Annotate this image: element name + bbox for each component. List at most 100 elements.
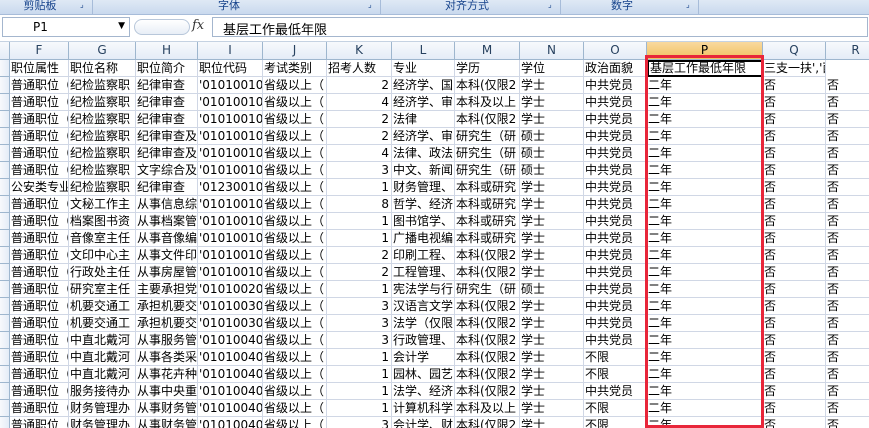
table-cell[interactable]: 中共党员 <box>584 196 647 213</box>
table-cell[interactable]: 承担机要交 <box>136 298 198 315</box>
table-cell[interactable]: '010100100 <box>198 162 263 179</box>
table-cell[interactable]: 普通职位（ <box>10 230 69 247</box>
column-header-l[interactable]: L <box>392 42 455 59</box>
table-cell[interactable]: 普通职位（ <box>10 383 69 400</box>
table-cell[interactable]: 1 <box>327 179 392 196</box>
table-cell[interactable]: 中共党员 <box>584 383 647 400</box>
column-header-q[interactable]: Q <box>763 42 826 59</box>
table-cell[interactable]: 本科(仅限2 <box>455 298 520 315</box>
table-cell[interactable]: '010100100 <box>198 111 263 128</box>
table-cell[interactable]: 二年 <box>647 332 763 349</box>
table-cell[interactable]: 否 <box>826 264 869 281</box>
row-header[interactable] <box>0 264 10 281</box>
table-cell[interactable]: 从事信息综 <box>136 196 198 213</box>
table-cell[interactable]: 硕士 <box>520 281 584 298</box>
table-cell[interactable]: 中共党员 <box>584 179 647 196</box>
table-cell[interactable]: 文印中心主 <box>69 247 136 264</box>
column-header-k[interactable]: K <box>327 42 392 59</box>
table-cell[interactable]: 省级以上（ <box>263 417 327 428</box>
dialog-launcher-icon[interactable]: ⌟ <box>686 0 696 10</box>
table-cell[interactable]: 省级以上（ <box>263 400 327 417</box>
table-cell[interactable]: 机要交通工 <box>69 298 136 315</box>
row-header[interactable] <box>0 298 10 315</box>
table-cell[interactable]: 省级以上（ <box>263 298 327 315</box>
table-cell[interactable]: 普通职位（ <box>10 298 69 315</box>
table-cell[interactable]: 服务接待办 <box>69 383 136 400</box>
table-cell[interactable]: 二年 <box>647 247 763 264</box>
table-cell[interactable]: 普通职位（ <box>10 332 69 349</box>
table-cell[interactable]: 否 <box>826 366 869 383</box>
table-cell[interactable]: 否 <box>826 77 869 94</box>
table-cell[interactable]: 纪检监察职 <box>69 162 136 179</box>
table-cell[interactable]: 硕士 <box>520 162 584 179</box>
table-cell[interactable]: 二年 <box>647 298 763 315</box>
row-header[interactable] <box>0 349 10 366</box>
table-cell[interactable]: 否 <box>826 128 869 145</box>
header-cell[interactable]: 职位简介 <box>136 60 198 77</box>
table-cell[interactable]: 中共党员 <box>584 145 647 162</box>
table-cell[interactable]: 学士 <box>520 332 584 349</box>
table-cell[interactable]: '010100100 <box>198 196 263 213</box>
table-cell[interactable]: 否 <box>763 366 826 383</box>
table-cell[interactable]: 学士 <box>520 383 584 400</box>
table-cell[interactable]: 从事中央重 <box>136 383 198 400</box>
table-cell[interactable]: 纪律审查 <box>136 179 198 196</box>
table-cell[interactable]: 省级以上（ <box>263 332 327 349</box>
table-cell[interactable]: 从事文件印 <box>136 247 198 264</box>
table-cell[interactable]: 硕士 <box>520 128 584 145</box>
row-header[interactable] <box>0 179 10 196</box>
table-cell[interactable]: 否 <box>763 417 826 428</box>
table-cell[interactable]: 本科或研究 <box>455 179 520 196</box>
table-cell[interactable]: '010100100 <box>198 247 263 264</box>
table-cell[interactable]: '010100100 <box>198 145 263 162</box>
table-cell[interactable]: 普通职位（ <box>10 264 69 281</box>
table-cell[interactable]: 二年 <box>647 145 763 162</box>
table-cell[interactable]: 3 <box>327 315 392 332</box>
table-cell[interactable]: '010100300 <box>198 298 263 315</box>
table-cell[interactable]: '010100400 <box>198 366 263 383</box>
table-cell[interactable]: 否 <box>826 111 869 128</box>
table-cell[interactable]: 普通职位（ <box>10 417 69 428</box>
table-cell[interactable]: 研究生（研 <box>455 162 520 179</box>
table-cell[interactable]: 二年 <box>647 383 763 400</box>
table-cell[interactable]: 否 <box>763 179 826 196</box>
table-cell[interactable]: 从事财务管 <box>136 417 198 428</box>
row-header[interactable] <box>0 315 10 332</box>
row-header[interactable] <box>0 383 10 400</box>
header-cell[interactable]: 专业 <box>392 60 455 77</box>
ribbon-group-font[interactable]: 字体 <box>94 0 364 13</box>
table-cell[interactable]: 省级以上（ <box>263 77 327 94</box>
table-cell[interactable]: 财务管理、 <box>392 179 455 196</box>
table-cell[interactable]: 财务管理办 <box>69 400 136 417</box>
table-cell[interactable]: 否 <box>763 128 826 145</box>
table-cell[interactable]: 法学、经济 <box>392 383 455 400</box>
table-cell[interactable]: 档案图书资 <box>69 213 136 230</box>
table-cell[interactable]: 省级以上（ <box>263 247 327 264</box>
table-cell[interactable]: 否 <box>826 230 869 247</box>
table-cell[interactable]: 主要承担党 <box>136 281 198 298</box>
table-cell[interactable]: 中直北戴河 <box>69 349 136 366</box>
table-cell[interactable]: 不限 <box>584 366 647 383</box>
table-cell[interactable]: 本科(仅限2 <box>455 417 520 428</box>
column-header-p[interactable]: P <box>647 42 763 59</box>
table-cell[interactable]: 中共党员 <box>584 281 647 298</box>
table-cell[interactable]: '010100400 <box>198 332 263 349</box>
table-cell[interactable]: 否 <box>763 111 826 128</box>
row-header[interactable] <box>0 196 10 213</box>
table-cell[interactable]: 普通职位（ <box>10 315 69 332</box>
table-cell[interactable]: 否 <box>826 332 869 349</box>
row-header[interactable] <box>0 162 10 179</box>
table-cell[interactable]: 不限 <box>584 349 647 366</box>
table-cell[interactable]: 本科(仅限2 <box>455 349 520 366</box>
table-cell[interactable]: 学士 <box>520 94 584 111</box>
table-cell[interactable]: 本科(仅限2 <box>455 77 520 94</box>
table-cell[interactable]: 汉语言文学 <box>392 298 455 315</box>
table-cell[interactable]: 4 <box>327 94 392 111</box>
table-cell[interactable]: 硕士 <box>520 145 584 162</box>
table-cell[interactable]: '010100100 <box>198 230 263 247</box>
table-cell[interactable]: 会计学 <box>392 349 455 366</box>
table-cell[interactable]: 否 <box>763 264 826 281</box>
table-cell[interactable]: 4 <box>327 145 392 162</box>
select-all-corner[interactable] <box>0 42 10 59</box>
table-cell[interactable]: 普通职位（ <box>10 77 69 94</box>
